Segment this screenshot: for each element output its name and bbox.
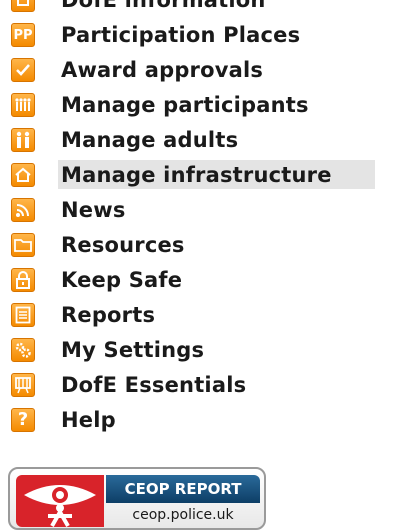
rss-icon (11, 198, 35, 222)
ceop-title: CEOP REPORT (106, 475, 260, 503)
menu-item-manage-adults[interactable]: Manage adults (0, 122, 414, 157)
checkmark-icon (11, 58, 35, 82)
sidebar-menu: DofE information PP Participation Places… (0, 0, 414, 437)
folder-icon (11, 233, 35, 257)
menu-item-label: Reports (61, 302, 156, 327)
menu-item-news[interactable]: News (0, 192, 414, 227)
menu-item-label: Help (61, 407, 116, 432)
menu-item-my-settings[interactable]: My Settings (0, 332, 414, 367)
ceop-report-button[interactable]: CEOP REPORT ceop.police.uk (8, 467, 266, 530)
menu-item-label: DofE information (58, 0, 276, 14)
menu-item-reports[interactable]: Reports (0, 297, 414, 332)
essentials-icon (11, 373, 35, 397)
menu-item-label: Manage infrastructure (58, 160, 375, 189)
menu-item-manage-infrastructure[interactable]: Manage infrastructure (0, 157, 414, 192)
menu-item-label: My Settings (61, 337, 205, 362)
menu-item-label: Participation Places (61, 22, 301, 47)
pp-icon: PP (11, 23, 35, 47)
menu-item-dofe-essentials[interactable]: DofE Essentials (0, 367, 414, 402)
menu-item-keep-safe[interactable]: Keep Safe (0, 262, 414, 297)
menu-item-label: Keep Safe (61, 267, 183, 292)
report-icon (11, 303, 35, 327)
menu-item-label: Manage adults (61, 127, 239, 152)
menu-item-label: DofE Essentials (61, 372, 247, 397)
menu-item-resources[interactable]: Resources (0, 227, 414, 262)
menu-item-label: Manage participants (61, 92, 309, 117)
adults-icon (11, 128, 35, 152)
info-icon (11, 0, 35, 12)
house-icon (11, 163, 35, 187)
menu-item-dofe-information[interactable]: DofE information (0, 0, 414, 17)
question-icon: ? (11, 408, 35, 432)
menu-item-manage-participants[interactable]: Manage participants (0, 87, 414, 122)
gears-icon (11, 338, 35, 362)
menu-item-label: Resources (61, 232, 185, 257)
padlock-icon (11, 268, 35, 292)
ceop-logo-icon (16, 475, 104, 527)
menu-item-award-approvals[interactable]: Award approvals (0, 52, 414, 87)
ceop-url: ceop.police.uk (132, 507, 234, 523)
menu-item-label: News (61, 197, 126, 222)
people-group-icon (11, 93, 35, 117)
menu-item-label: Award approvals (61, 57, 264, 82)
menu-item-help[interactable]: ? Help (0, 402, 414, 437)
menu-item-participation-places[interactable]: PP Participation Places (0, 17, 414, 52)
